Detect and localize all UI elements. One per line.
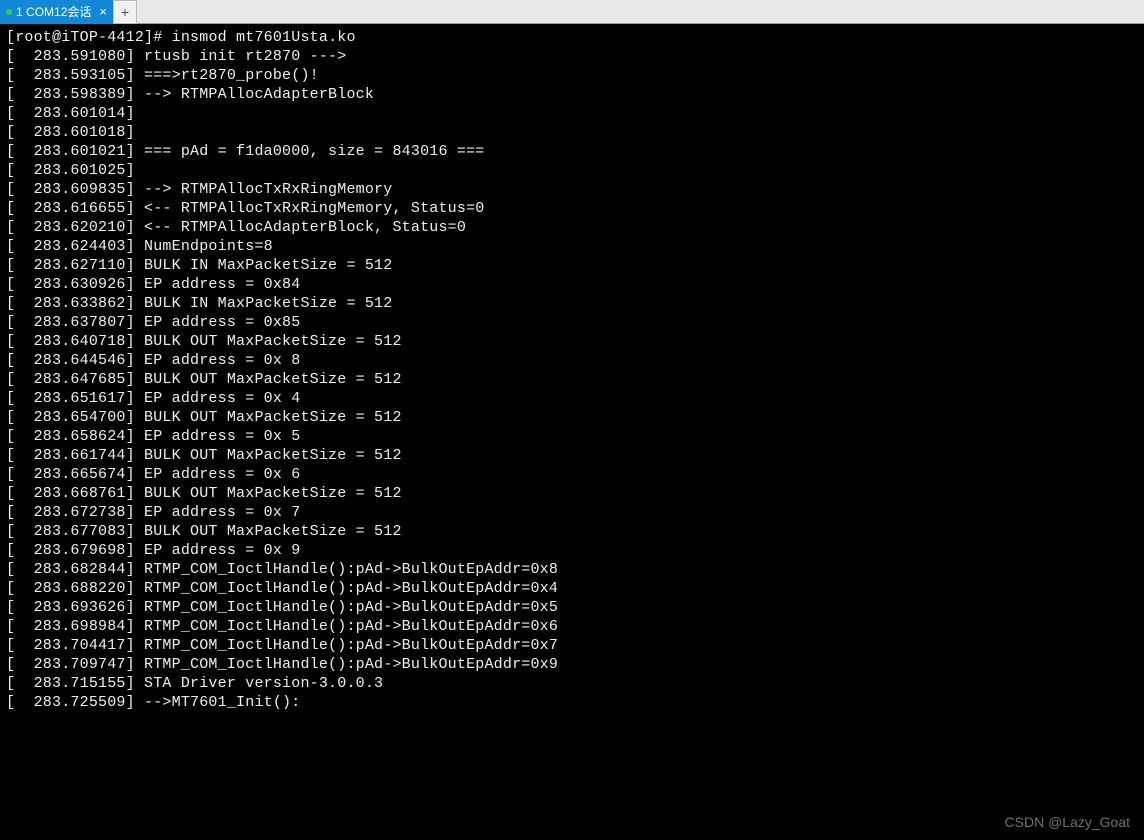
tab-active[interactable]: 1 COM12会话 × — [0, 0, 113, 24]
prompt: [root@iTOP-4412]# — [6, 29, 172, 46]
terminal[interactable]: [root@iTOP-4412]# insmod mt7601Usta.ko [… — [0, 24, 1144, 840]
plus-icon: + — [121, 4, 129, 20]
tab-label: COM12会话 — [26, 3, 91, 20]
watermark: CSDN @Lazy_Goat — [1005, 814, 1130, 830]
terminal-output: [ 283.591080] rtusb init rt2870 ---> [ 2… — [6, 47, 1138, 712]
add-tab-button[interactable]: + — [113, 0, 137, 24]
tab-index: 1 — [16, 5, 23, 19]
command: insmod mt7601Usta.ko — [172, 29, 356, 46]
tab-bar: 1 COM12会话 × + — [0, 0, 1144, 24]
close-icon[interactable]: × — [99, 4, 107, 19]
status-dot-icon — [6, 9, 12, 15]
